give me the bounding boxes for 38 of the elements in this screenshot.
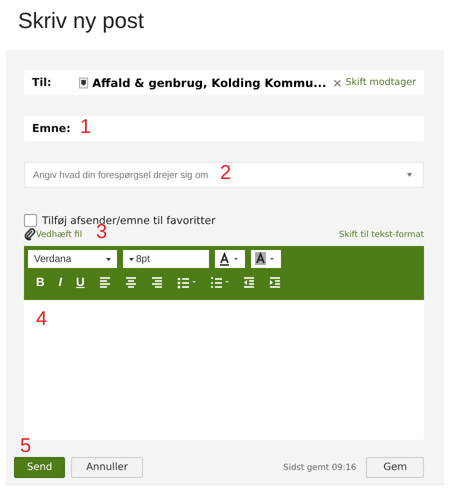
caret-icon (129, 258, 134, 260)
caret-icon (192, 281, 196, 283)
change-recipient-link[interactable]: Skift modtager (345, 77, 416, 88)
bullets-button[interactable] (176, 276, 196, 288)
text-color-button[interactable] (215, 250, 245, 268)
italic-button[interactable]: I (58, 275, 62, 289)
annotation-number: 2 (220, 162, 232, 185)
paperclip-icon (24, 228, 36, 241)
attach-file-link[interactable]: Vedhæft fil (36, 230, 82, 240)
align-center-button[interactable] (124, 276, 137, 288)
save-button[interactable]: Gem (366, 457, 424, 478)
cancel-button[interactable]: Annuller (71, 457, 143, 478)
indent-button[interactable] (268, 276, 281, 288)
outdent-button[interactable] (242, 276, 255, 288)
annotation-number: 4 (36, 308, 48, 331)
bold-button[interactable]: B (36, 275, 45, 289)
send-button[interactable]: Send (14, 457, 66, 478)
align-left-button[interactable] (98, 276, 111, 288)
align-right-button[interactable] (150, 276, 163, 288)
caret-icon (224, 281, 229, 283)
highlight-color-button[interactable] (251, 250, 281, 268)
font-size-dropdown[interactable]: 8pt (123, 250, 209, 268)
switch-format-link[interactable]: Skift til tekst-format (339, 230, 424, 240)
annotation-number: 1 (80, 116, 92, 139)
caret-icon (106, 258, 111, 260)
caret-icon (407, 173, 412, 177)
underline-button[interactable]: U (76, 275, 85, 289)
subject-label: Emne: (32, 122, 71, 135)
page-title: Skriv ny post (18, 8, 144, 34)
font-dropdown[interactable]: Verdana (28, 250, 117, 268)
last-saved-text: Sidst gemt 09:16 (283, 462, 356, 472)
favorite-checkbox[interactable] (24, 214, 37, 227)
recipient-name: Affald & genbrug, Kolding Kommu... (92, 76, 326, 90)
crest-icon (79, 76, 88, 90)
numbers-button[interactable] (210, 276, 229, 288)
subject-field[interactable]: Emne: 1 (24, 116, 424, 141)
remove-recipient-button[interactable]: × (332, 76, 342, 90)
to-label: Til: (32, 76, 52, 89)
